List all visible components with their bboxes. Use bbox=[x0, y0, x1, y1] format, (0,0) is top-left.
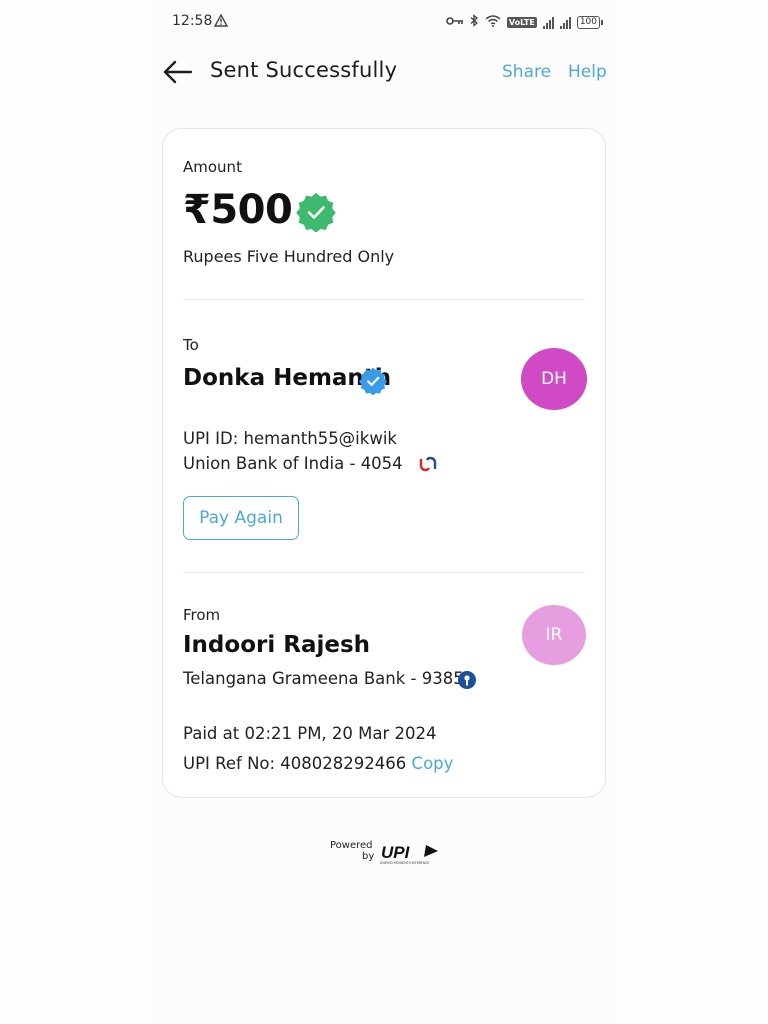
powered-by-upi: Powered by UPI UNIFIED PAYMENTS INTERFAC… bbox=[330, 840, 440, 870]
powered-label: Powered bbox=[330, 840, 373, 851]
union-bank-logo-icon bbox=[419, 456, 437, 476]
help-button[interactable]: Help bbox=[568, 62, 607, 82]
page-title: Sent Successfully bbox=[210, 58, 398, 82]
amount-value: ₹500 bbox=[183, 187, 293, 233]
sender-avatar-initials: IR bbox=[545, 625, 563, 645]
share-button[interactable]: Share bbox=[502, 62, 551, 82]
upi-ref-line: UPI Ref No: 408028292466 Copy bbox=[183, 754, 453, 773]
by-label: by bbox=[362, 851, 375, 862]
bank-logo-icon bbox=[457, 670, 477, 694]
warning-icon bbox=[213, 13, 229, 31]
wifi-icon bbox=[485, 14, 501, 30]
bluetooth-icon bbox=[470, 14, 479, 30]
recipient-avatar-initials: DH bbox=[541, 369, 567, 389]
upi-logo: UPI UNIFIED PAYMENTS INTERFACE bbox=[380, 842, 440, 870]
amount-in-words: Rupees Five Hundred Only bbox=[183, 247, 395, 266]
divider bbox=[183, 299, 585, 300]
success-check-icon bbox=[296, 192, 336, 236]
paid-at-timestamp: Paid at 02:21 PM, 20 Mar 2024 bbox=[183, 724, 437, 743]
transaction-card: Amount ₹500 Rupees Five Hundred Only To … bbox=[162, 128, 606, 798]
signal-icon bbox=[542, 16, 554, 29]
recipient-bank: Union Bank of India - 4054 bbox=[183, 454, 403, 473]
verified-badge-icon bbox=[359, 367, 387, 399]
sender-name: Indoori Rajesh bbox=[183, 632, 371, 658]
status-bar: 12:58 VoLTE 100 bbox=[172, 12, 604, 34]
recipient-upi-id: UPI ID: hemanth55@ikwik bbox=[183, 429, 397, 448]
status-time: 12:58 bbox=[172, 13, 213, 29]
copy-button[interactable]: Copy bbox=[412, 754, 454, 773]
vpn-key-icon bbox=[446, 15, 464, 29]
signal-icon bbox=[559, 16, 571, 29]
volte-icon: VoLTE bbox=[506, 16, 537, 28]
pay-again-button[interactable]: Pay Again bbox=[183, 496, 299, 540]
recipient-avatar: DH bbox=[521, 348, 587, 410]
amount-label: Amount bbox=[183, 158, 242, 176]
upi-tagline: UNIFIED PAYMENTS INTERFACE bbox=[380, 861, 429, 865]
to-label: To bbox=[183, 336, 199, 354]
sender-bank: Telangana Grameena Bank - 9385 bbox=[183, 669, 464, 688]
app-header: Sent Successfully Share Help bbox=[162, 52, 608, 92]
back-arrow-icon[interactable] bbox=[162, 58, 194, 86]
sender-avatar: IR bbox=[522, 605, 586, 665]
battery-icon: 100 bbox=[576, 15, 604, 29]
divider bbox=[183, 572, 585, 573]
from-label: From bbox=[183, 606, 221, 624]
upi-logo-text: UPI bbox=[381, 843, 411, 862]
upi-ref-number: UPI Ref No: 408028292466 bbox=[183, 754, 407, 773]
